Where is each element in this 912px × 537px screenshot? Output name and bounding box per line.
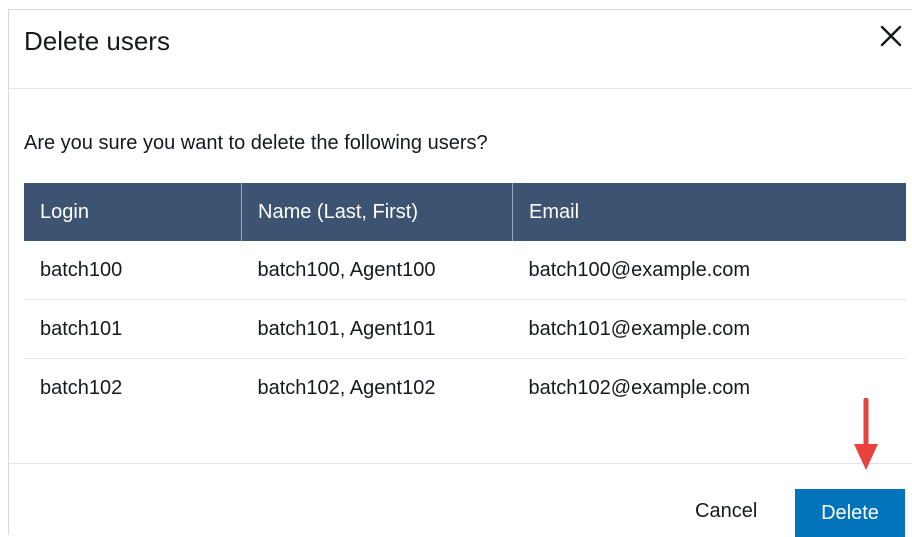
table-header-row: Login Name (Last, First) Email [24,183,906,241]
cell-email: batch100@example.com [512,241,906,300]
column-header-email: Email [512,183,906,241]
cell-name: batch101, Agent101 [241,299,513,359]
cell-login: batch102 [40,376,123,399]
annotation-arrow-icon [854,398,878,470]
table-row: batch100 batch100, Agent100 batch100@exa… [24,241,906,300]
delete-users-dialog: Delete users Are you sure you want to de… [8,9,912,537]
cell-name: batch100, Agent100 [241,241,513,300]
cell-login: batch101 [24,299,242,359]
table-row: batch101 batch101, Agent101 batch101@exa… [24,299,906,359]
cell-email: batch102@example.com [528,376,751,399]
delete-button[interactable]: Delete [795,489,905,537]
cancel-button[interactable]: Cancel [695,500,757,523]
cell-email: batch101@example.com [512,299,906,359]
table-row: batch102 batch102, Agent102 batch102@exa… [24,359,906,418]
column-header-login: Login [24,183,242,241]
users-table: Login Name (Last, First) Email batch100 … [24,183,906,417]
close-button[interactable] [878,23,904,49]
dialog-header: Delete users [9,10,912,89]
cell-login: batch100 [24,241,242,300]
cell-name: batch102, Agent102 [257,376,436,399]
column-header-name: Name (Last, First) [241,183,513,241]
confirmation-prompt: Are you sure you want to delete the foll… [24,132,488,154]
dialog-title: Delete users [24,26,170,56]
close-icon [880,25,902,47]
dialog-footer: Cancel Delete [9,463,912,537]
